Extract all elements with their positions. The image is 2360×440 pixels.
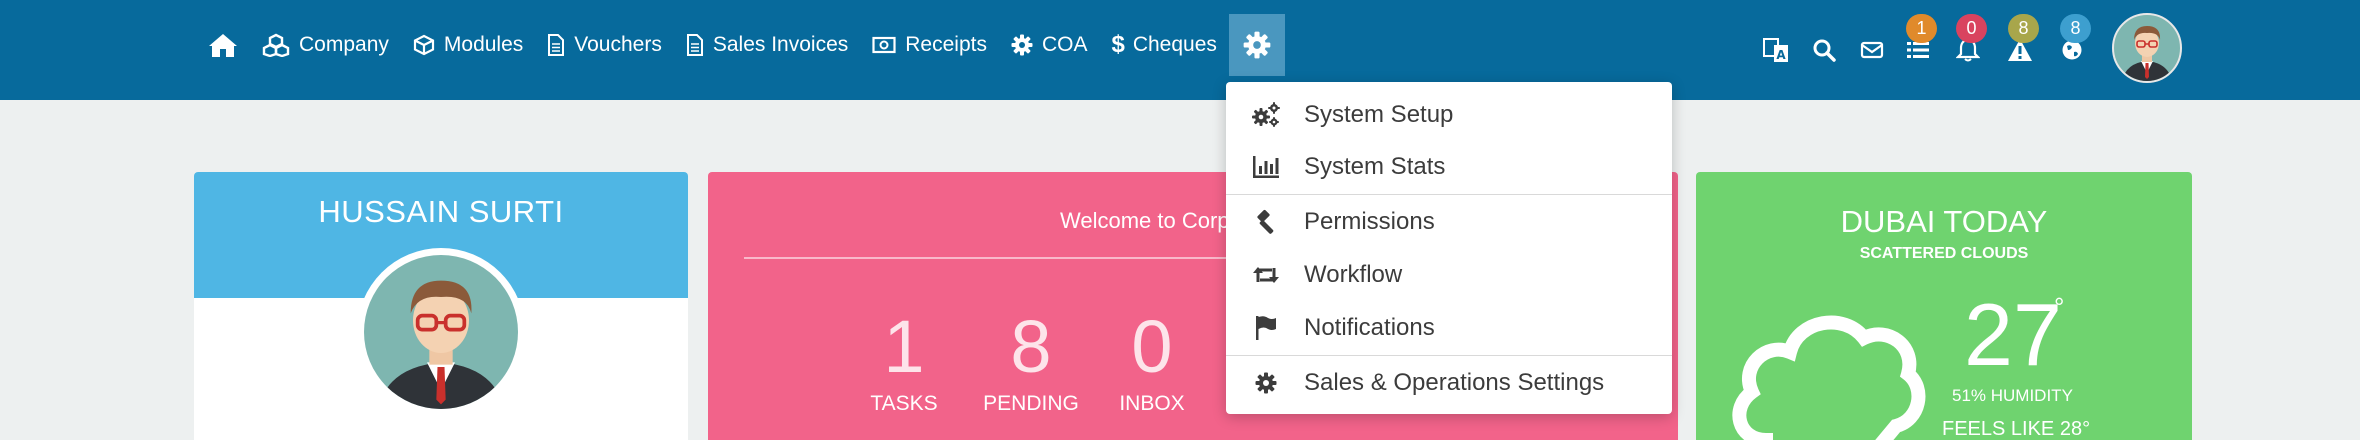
weather-description: SCATTERED CLOUDS xyxy=(1859,245,2029,262)
nav-sales-invoices[interactable]: Sales Invoices xyxy=(674,14,860,76)
avatar-icon xyxy=(2122,26,2172,81)
profile-avatar xyxy=(357,248,525,416)
weather-temperature: 27 xyxy=(1964,285,2062,384)
stat-tasks-value: 1 xyxy=(883,305,925,388)
gavel-icon xyxy=(1248,209,1284,235)
gears-icon xyxy=(1248,102,1284,128)
nav-cheques[interactable]: $ Cheques xyxy=(1099,14,1228,76)
menu-divider xyxy=(1226,194,1672,195)
nav-vouchers-label: Vouchers xyxy=(574,33,662,56)
nav-receipts[interactable]: Receipts xyxy=(860,14,999,76)
settings-button[interactable] xyxy=(1228,14,1285,76)
search-icon xyxy=(1813,39,1836,62)
nav-sales-invoices-label: Sales Invoices xyxy=(712,33,849,56)
weather-humidity: 51% HUMIDITY xyxy=(1952,386,2073,405)
search-button[interactable] xyxy=(1810,36,1838,64)
menu-divider xyxy=(1226,355,1672,356)
translate-button[interactable]: A xyxy=(1762,36,1790,64)
menu-item-label: Sales & Operations Settings xyxy=(1304,369,1605,396)
money-icon xyxy=(872,36,896,54)
cubes-icon xyxy=(262,33,290,57)
bar-chart-icon xyxy=(1248,155,1284,179)
weather-degree: ° xyxy=(2054,292,2065,322)
stat-inbox-value: 0 xyxy=(1131,305,1173,388)
svg-text:A: A xyxy=(1776,48,1786,62)
weather-card: DUBAI TODAY SCATTERED CLOUDS 27 ° 51% HU… xyxy=(1696,172,2192,440)
menu-item-notifications[interactable]: Notifications xyxy=(1226,303,1672,353)
stat-tasks-label: TASKS xyxy=(870,392,938,415)
flag-icon xyxy=(1248,315,1284,341)
settings-dropdown: System Setup System Stats Permissions Wo… xyxy=(1226,82,1672,414)
mail-button[interactable] xyxy=(1858,36,1886,64)
stat-pending-label: PENDING xyxy=(983,392,1079,415)
gear-icon xyxy=(1248,372,1284,394)
nav-company[interactable]: Company xyxy=(250,14,401,76)
menu-item-label: System Setup xyxy=(1304,101,1454,128)
alerts-badge: 8 xyxy=(2008,14,2039,43)
nav-receipts-label: Receipts xyxy=(905,33,987,56)
gear-icon xyxy=(1243,31,1271,59)
nav-modules[interactable]: Modules xyxy=(401,14,535,76)
menu-item-system-setup[interactable]: System Setup xyxy=(1226,90,1672,140)
dollar-icon: $ xyxy=(1111,31,1125,58)
cloud-icon xyxy=(1732,315,1926,440)
translate-icon: A xyxy=(1763,38,1788,62)
top-navbar: Company Modules Vouchers Sales Invoices … xyxy=(0,0,2360,100)
menu-item-system-stats[interactable]: System Stats xyxy=(1226,142,1672,192)
user-avatar[interactable] xyxy=(2112,13,2182,83)
stat-pending[interactable]: 8 PENDING xyxy=(976,308,1086,416)
weather-feels-like: FEELS LIKE 28° xyxy=(1942,418,2091,440)
stat-inbox-label: INBOX xyxy=(1119,392,1185,415)
profile-name: HUSSAIN SURTI xyxy=(318,194,564,229)
tasks-badge: 1 xyxy=(1906,14,1937,43)
nav-modules-label: Modules xyxy=(443,33,524,56)
stat-pending-value: 8 xyxy=(1010,305,1052,388)
menu-item-label: Notifications xyxy=(1304,314,1435,341)
home-button[interactable] xyxy=(196,14,250,76)
nav-company-label: Company xyxy=(299,33,389,56)
document-icon xyxy=(686,34,703,56)
nav-cheques-label: Cheques xyxy=(1132,33,1217,56)
weather-city: DUBAI TODAY xyxy=(1840,204,2048,239)
welcome-text: Welcome to Corp xyxy=(1060,208,1230,233)
menu-item-label: System Stats xyxy=(1304,153,1446,180)
list-icon xyxy=(1907,42,1929,58)
nav-coa[interactable]: COA xyxy=(999,14,1100,76)
cube-icon xyxy=(413,34,434,56)
avatar-icon xyxy=(378,280,504,409)
document-icon xyxy=(548,34,565,56)
menu-item-permissions[interactable]: Permissions xyxy=(1226,197,1672,247)
global-badge: 8 xyxy=(2060,14,2091,43)
menu-item-label: Workflow xyxy=(1304,261,1403,288)
stat-tasks[interactable]: 1 TASKS xyxy=(864,308,944,416)
retweet-icon xyxy=(1248,264,1284,286)
nav-coa-label: COA xyxy=(1041,33,1088,56)
menu-item-workflow[interactable]: Workflow xyxy=(1226,250,1672,300)
main-nav: Company Modules Vouchers Sales Invoices … xyxy=(196,0,1285,90)
nav-vouchers[interactable]: Vouchers xyxy=(535,14,674,76)
menu-item-sales-operations-settings[interactable]: Sales & Operations Settings xyxy=(1226,358,1672,408)
envelope-icon xyxy=(1860,41,1884,59)
gear-icon xyxy=(1011,34,1033,56)
home-icon xyxy=(209,34,237,57)
menu-item-label: Permissions xyxy=(1304,208,1435,235)
notifications-badge: 0 xyxy=(1956,14,1987,43)
stat-inbox[interactable]: 0 INBOX xyxy=(1112,308,1192,416)
profile-card: HUSSAIN SURTI xyxy=(194,172,688,440)
